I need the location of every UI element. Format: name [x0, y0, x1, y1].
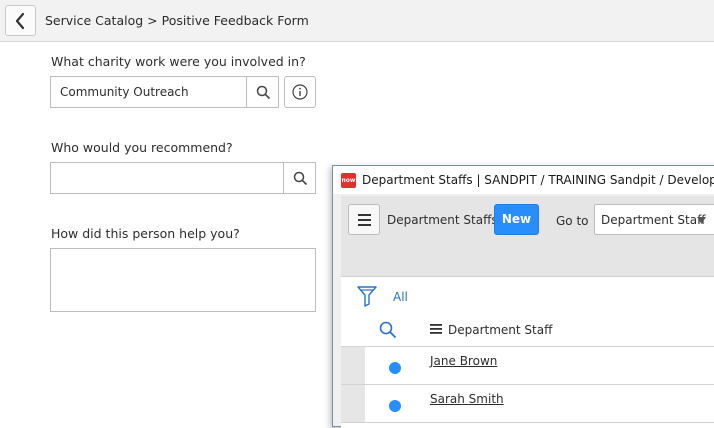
goto-select[interactable]: Department Staff: [594, 204, 714, 235]
recommend-search-button[interactable]: [283, 162, 316, 194]
list-body: All Department Staff Jane Brown Sarah Sm…: [341, 277, 714, 428]
info-icon: [292, 84, 308, 100]
goto-selected-value: Department Staff: [601, 213, 706, 227]
row-gutter: [341, 347, 365, 384]
staff-name-link[interactable]: Jane Brown: [430, 354, 497, 368]
list-title: Department Staffs: [387, 213, 498, 227]
search-icon: [256, 85, 271, 100]
servicenow-logo: now: [341, 173, 356, 188]
staff-name-link[interactable]: Sarah Smith: [430, 392, 504, 406]
charity-work-search-button[interactable]: [246, 76, 279, 108]
table-row[interactable]: Jane Brown: [341, 347, 714, 385]
list-header: Department Staffs New Go to Department S…: [341, 196, 714, 277]
help-label: How did this person help you?: [51, 226, 240, 241]
chevron-left-icon: [15, 12, 25, 30]
filter-all-link[interactable]: All: [393, 290, 408, 304]
new-button[interactable]: New: [494, 204, 539, 235]
column-header-row: Department Staff: [341, 312, 714, 347]
breadcrumb: Service Catalog > Positive Feedback Form: [45, 13, 309, 28]
search-icon: [293, 171, 308, 186]
charity-work-input[interactable]: Community Outreach: [50, 76, 247, 108]
charity-work-label: What charity work were you involved in?: [51, 54, 306, 69]
popup-title-bar[interactable]: now Department Staffs | SANDPIT / TRAINI…: [333, 166, 714, 194]
popup-window-title: Department Staffs | SANDPIT / TRAINING S…: [362, 173, 714, 187]
back-button[interactable]: [5, 5, 36, 36]
recommend-label: Who would you recommend?: [51, 140, 233, 155]
column-menu-icon[interactable]: [430, 324, 442, 334]
charity-work-info-button[interactable]: [284, 76, 316, 108]
recommend-input[interactable]: [50, 162, 284, 194]
goto-label: Go to: [556, 214, 589, 228]
record-dot-icon: [389, 362, 401, 374]
charity-work-value: Community Outreach: [60, 85, 189, 99]
column-header-department-staff[interactable]: Department Staff: [448, 323, 552, 337]
department-staffs-popup: now Department Staffs | SANDPIT / TRAINI…: [332, 165, 714, 428]
record-dot-icon: [389, 400, 401, 412]
help-textarea[interactable]: [50, 248, 316, 312]
table-row[interactable]: Sarah Smith: [341, 385, 714, 423]
caret-down-icon: [697, 217, 706, 224]
filter-icon[interactable]: [357, 285, 377, 307]
list-menu-button[interactable]: [348, 204, 380, 235]
top-bar: Service Catalog > Positive Feedback Form: [0, 0, 714, 42]
hamburger-icon: [358, 214, 371, 226]
search-icon[interactable]: [379, 321, 397, 339]
row-gutter: [341, 385, 365, 422]
